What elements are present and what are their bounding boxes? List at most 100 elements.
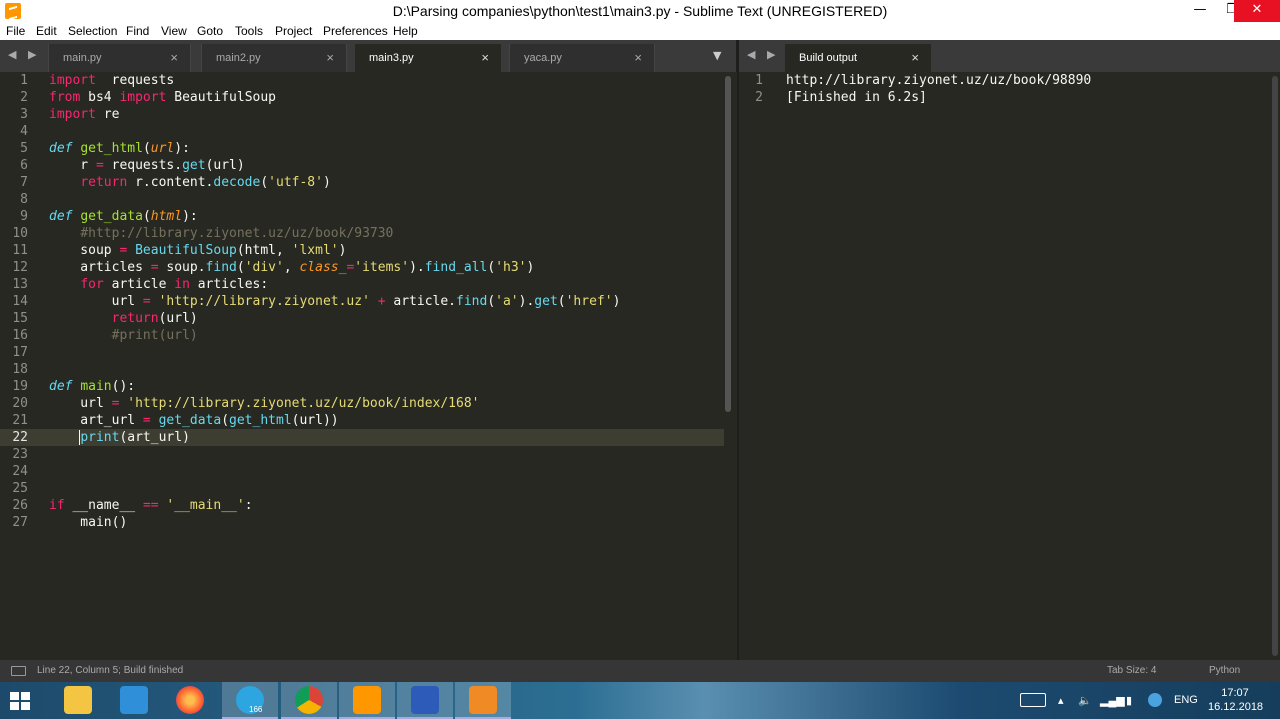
menu-edit[interactable]: Edit	[36, 24, 57, 38]
close-icon[interactable]: ×	[911, 50, 919, 65]
code-line: for article in articles:	[80, 277, 269, 292]
tab-label: main.py	[63, 52, 102, 64]
line-number-gutter: 1 2 3 4 5 6 7 8 9 10 11 12 13 14 15 16 17 18 19 20 21 22 23 24 2…	[0, 72, 40, 531]
taskbar-file-explorer[interactable]	[50, 682, 106, 719]
taskbar-sublime[interactable]	[339, 682, 395, 719]
tab-nav-arrows[interactable]: ◀ ▶	[747, 48, 779, 61]
tab-yaca-py[interactable]: yaca.py ×	[509, 44, 655, 72]
close-icon[interactable]: ×	[634, 50, 642, 65]
editor-scrollbar[interactable]	[725, 76, 731, 412]
line-number: 4	[20, 124, 28, 139]
chrome-icon	[295, 686, 323, 714]
menu-goto[interactable]: Goto	[197, 24, 223, 38]
close-button[interactable]: ✕	[1234, 0, 1280, 22]
taskbar-save-app[interactable]	[397, 682, 453, 719]
line-number: 21	[12, 413, 28, 428]
code-line: if __name__ == '__main__':	[49, 498, 253, 513]
menu-find[interactable]: Find	[126, 24, 149, 38]
code-line: url = 'http://library.ziyonet.uz' + arti…	[49, 294, 621, 309]
line-number: 16	[12, 328, 28, 343]
clock-time: 17:07	[1221, 687, 1249, 699]
tab-main3-py[interactable]: main3.py ×	[355, 44, 501, 72]
code-area[interactable]: import requests from bs4 import Beautiful…	[49, 72, 729, 531]
taskbar-pdf-app[interactable]	[455, 682, 511, 719]
build-output-panel[interactable]: 1 2 http://library.ziyonet.uz/uz/book/98…	[739, 72, 1280, 660]
minimize-button[interactable]: —	[1184, 0, 1216, 22]
sublime-text-icon	[353, 686, 381, 714]
line-number: 5	[20, 141, 28, 156]
tab-nav-arrows[interactable]: ◀ ▶	[8, 48, 40, 61]
text-caret	[79, 430, 80, 445]
clock[interactable]: 17:07 16.12.2018	[1208, 686, 1263, 714]
line-number: 26	[12, 498, 28, 513]
tab-main2-py[interactable]: main2.py ×	[201, 44, 347, 72]
menu-project[interactable]: Project	[275, 24, 312, 38]
line-number: 15	[12, 311, 28, 326]
line-number: 25	[12, 481, 28, 496]
firefox-icon	[176, 686, 204, 714]
close-icon[interactable]: ×	[326, 50, 334, 65]
menu-selection[interactable]: Selection	[68, 24, 117, 38]
taskbar-chrome[interactable]	[281, 682, 337, 719]
close-icon[interactable]: ×	[481, 50, 489, 65]
keyboard-icon[interactable]	[1020, 693, 1046, 707]
taskbar-network-app[interactable]	[106, 682, 162, 719]
menu-help[interactable]: Help	[393, 24, 418, 38]
output-scrollbar[interactable]	[1272, 76, 1278, 656]
tab-label: yaca.py	[524, 52, 562, 64]
tab-main-py[interactable]: main.py ×	[48, 44, 191, 72]
menu-tools[interactable]: Tools	[235, 24, 263, 38]
status-position: Line 22, Column 5; Build finished	[37, 665, 184, 676]
status-tab-size[interactable]: Tab Size: 4	[1107, 665, 1156, 676]
taskbar-firefox[interactable]	[162, 682, 218, 719]
line-number: 3	[20, 107, 28, 122]
code-line: main()	[49, 515, 128, 530]
line-number: 17	[12, 345, 28, 360]
signal-icon[interactable]: ▂▄▆	[1100, 694, 1125, 707]
tab-build-output[interactable]: Build output ×	[785, 44, 931, 72]
taskbar-telegram[interactable]: 166	[222, 682, 278, 719]
line-number: 22	[12, 430, 28, 445]
line-number: 11	[12, 243, 28, 258]
update-icon[interactable]	[1148, 693, 1162, 707]
output-tab-bar: ◀ ▶ Build output ×	[739, 40, 1280, 72]
code-editor[interactable]: 1 2 3 4 5 6 7 8 9 10 11 12 13 14 15 16 17 18 19 20 21 22 23 24 2…	[0, 72, 737, 660]
code-line: url = 'http://library.ziyonet.uz/uz/book…	[49, 396, 480, 411]
chevron-up-icon[interactable]: ▴	[1058, 694, 1064, 707]
menu-file[interactable]: File	[6, 24, 25, 38]
code-line: return(url)	[111, 311, 198, 326]
line-number-gutter: 1 2	[739, 72, 775, 106]
status-bar: Line 22, Column 5; Build finished Tab Si…	[0, 660, 1280, 682]
menu-preferences[interactable]: Preferences	[323, 24, 388, 38]
windows-start-icon[interactable]	[10, 692, 30, 710]
line-number: 19	[12, 379, 28, 394]
volume-icon[interactable]: 🔈	[1078, 694, 1092, 707]
telegram-badge: 166	[249, 705, 263, 714]
taskbar: 166 ▴ 🔈 ▂▄▆ ▮ ENG 17:07 16.12.2018	[0, 682, 1280, 719]
line-number: 7	[20, 175, 28, 190]
line-number: 23	[12, 447, 28, 462]
code-line: def get_data(html):	[49, 209, 198, 224]
save-app-icon	[411, 686, 439, 714]
pdf-app-icon	[469, 686, 497, 714]
line-number: 12	[12, 260, 28, 275]
chevron-down-icon[interactable]: ▼	[713, 49, 721, 62]
line-number: 8	[20, 192, 28, 207]
status-syntax[interactable]: Python	[1209, 665, 1240, 676]
line-number: 6	[20, 158, 28, 173]
code-line: articles = soup.find('div', class_='item…	[49, 260, 535, 275]
code-line: art_url = get_data(get_html(url))	[49, 413, 339, 428]
network-icon	[120, 686, 148, 714]
tab-label: Build output	[799, 52, 858, 64]
panel-toggle-icon[interactable]	[11, 666, 26, 676]
line-number: 10	[12, 226, 28, 241]
language-indicator[interactable]: ENG	[1174, 694, 1198, 706]
close-icon[interactable]: ×	[170, 50, 178, 65]
line-number: 27	[12, 515, 28, 530]
line-number: 9	[20, 209, 28, 224]
code-line: #http://library.ziyonet.uz/uz/book/93730	[80, 226, 394, 241]
battery-icon[interactable]: ▮	[1126, 694, 1132, 707]
menu-view[interactable]: View	[161, 24, 187, 38]
